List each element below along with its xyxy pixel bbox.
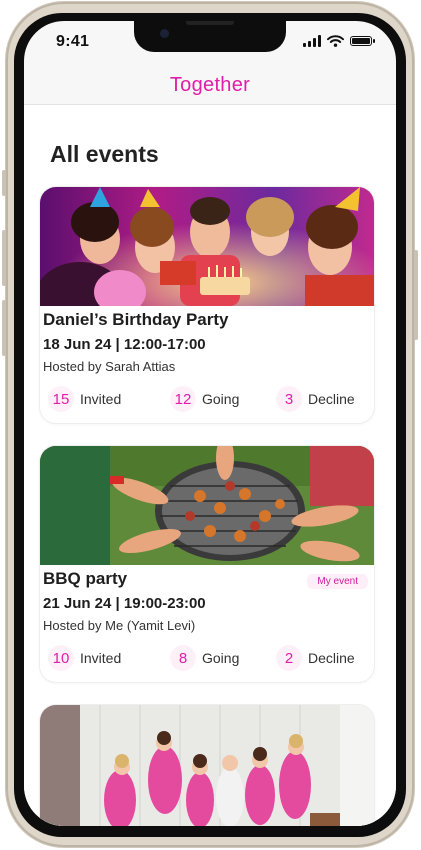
- event-card[interactable]: BBQ party My event 21 Jun 24 | 19:00-23:…: [40, 446, 374, 682]
- event-image: [40, 187, 374, 306]
- event-host: Hosted by Sarah Attias: [43, 359, 176, 374]
- battery-fill: [352, 38, 370, 44]
- event-card-body: BBQ party My event 21 Jun 24 | 19:00-23:…: [40, 565, 374, 682]
- app-header: Together: [24, 66, 396, 105]
- event-card[interactable]: Daniel’s Birthday Party 18 Jun 24 | 12:0…: [40, 187, 374, 423]
- invited-label: Invited: [80, 650, 122, 666]
- battery-icon: [350, 36, 375, 46]
- front-camera: [160, 29, 169, 38]
- going-count: 8: [170, 645, 196, 671]
- event-image: [40, 705, 374, 826]
- event-stats: 10 Invited 8 Going 2 Decline: [40, 645, 374, 675]
- going-label: Going: [202, 391, 240, 407]
- decline-label: Decline: [308, 391, 355, 407]
- my-event-badge: My event: [307, 574, 368, 589]
- event-image: [40, 446, 374, 565]
- events-list-screen[interactable]: All events Daniel’s Birthday Party 18 Ju…: [24, 105, 396, 826]
- volume-up-button: [2, 230, 6, 286]
- invited-label: Invited: [80, 391, 122, 407]
- decline-label: Decline: [308, 650, 355, 666]
- invited-stat[interactable]: 10 Invited: [48, 645, 121, 671]
- going-label: Going: [202, 650, 240, 666]
- going-stat[interactable]: 8 Going: [170, 645, 239, 671]
- speaker-grille: [186, 21, 234, 25]
- event-name: BBQ party: [43, 569, 128, 588]
- invited-stat[interactable]: 15 Invited: [48, 386, 121, 412]
- decline-stat[interactable]: 2 Decline: [276, 645, 355, 671]
- invited-count: 15: [48, 386, 74, 412]
- event-date: 21 Jun 24 | 19:00-23:00: [43, 595, 206, 612]
- event-date: 18 Jun 24 | 12:00-17:00: [43, 336, 206, 353]
- invited-count: 10: [48, 645, 74, 671]
- wifi-icon: [327, 35, 344, 47]
- event-stats: 15 Invited 12 Going 3 Decline: [40, 386, 374, 416]
- cellular-signal-icon: [303, 35, 321, 47]
- page-title: All events: [50, 141, 159, 167]
- event-name: Daniel’s Birthday Party: [43, 310, 229, 329]
- decline-count: 2: [276, 645, 302, 671]
- status-time: 9:41: [56, 33, 90, 50]
- mute-switch: [2, 170, 6, 196]
- going-count: 12: [170, 386, 196, 412]
- volume-down-button: [2, 300, 6, 356]
- event-host: Hosted by Me (Yamit Levi): [43, 618, 196, 633]
- decline-stat[interactable]: 3 Decline: [276, 386, 355, 412]
- phone-screen: 9:41 Together All events Daniel’s Birthd…: [24, 21, 396, 826]
- status-icons: [303, 35, 375, 47]
- event-card-body: Daniel’s Birthday Party 18 Jun 24 | 12:0…: [40, 306, 374, 423]
- notch: [134, 21, 286, 52]
- app-title: Together: [169, 74, 251, 96]
- decline-count: 3: [276, 386, 302, 412]
- event-card[interactable]: [40, 705, 374, 826]
- going-stat[interactable]: 12 Going: [170, 386, 239, 412]
- power-button: [414, 250, 418, 340]
